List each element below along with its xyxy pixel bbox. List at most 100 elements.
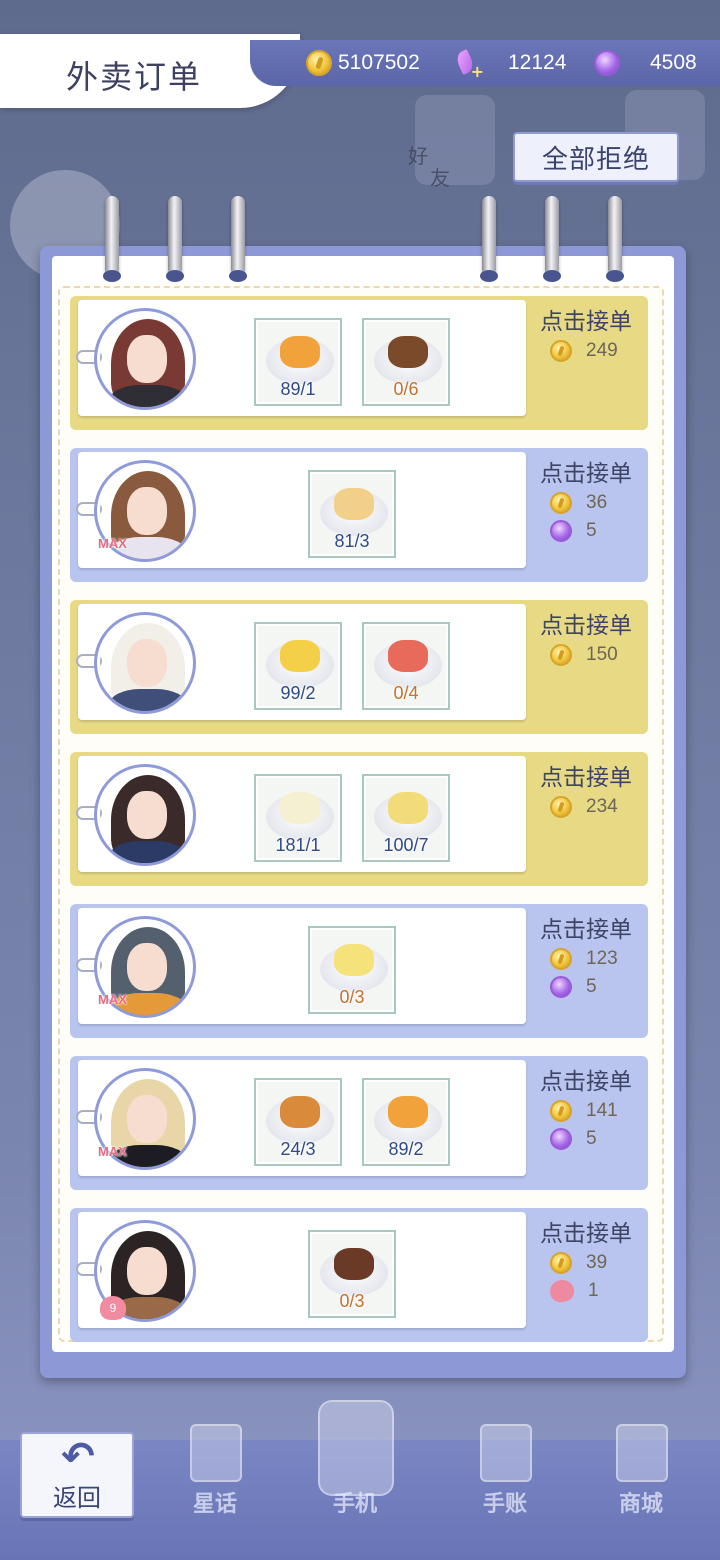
dish-slot[interactable]: 181/1 [254,774,342,862]
cheesecake-slice-icon [334,488,374,520]
dish-quantity: 0/6 [393,379,419,399]
stamina-counter[interactable]: 12124 [454,48,567,81]
gold-value: 5107502 [338,51,420,74]
reward-value: 39 [586,1252,608,1273]
back-arrow-icon: ↶ [61,1434,95,1480]
gem-counter[interactable]: 4508 [594,48,697,78]
dish-quantity: 89/2 [388,1139,424,1159]
accept-order-button[interactable]: 点击接单 [540,606,632,640]
dish-quantity: 81/3 [334,531,370,551]
reward-value: 5 [586,976,597,997]
accept-order-button[interactable]: 点击接单 [540,910,632,944]
dish-slot[interactable]: 24/3 [254,1078,342,1166]
egg-salad-icon [280,792,320,824]
back-button[interactable]: ↶ 返回 [20,1432,134,1518]
nav-shop[interactable]: 商城 [596,1420,686,1530]
reward-value: 123 [586,948,618,969]
reward-heart: 1 [548,1278,599,1304]
gold-coin-icon [550,948,572,970]
accept-order-button[interactable]: 点击接单 [540,758,632,792]
order-row[interactable]: MAX 24/3 89/2 点击接单 141 5 [70,1056,648,1190]
dish-slot[interactable]: 0/3 [308,1230,396,1318]
gold-coin-icon [550,644,572,666]
nav-label: 手账 [482,1492,527,1517]
dish-slot[interactable]: 0/3 [308,926,396,1014]
reject-all-button[interactable]: 全部拒绝 [513,132,679,182]
order-card: MAX 24/3 89/2 [76,1060,526,1176]
gold-coin-icon [550,1100,572,1122]
dish-quantity: 24/3 [280,1139,316,1159]
butter-cake-icon [280,640,320,672]
reward-coin: 234 [550,796,618,818]
reward-gem: 5 [550,520,597,542]
nav-starchat[interactable]: 星话 [170,1420,260,1530]
gold-coin-icon [550,340,572,362]
gold-coin-icon [550,492,572,514]
dish-quantity: 89/1 [280,379,316,399]
dish-slot[interactable]: 100/7 [362,774,450,862]
dish-quantity: 100/7 [383,835,429,855]
binder-ring-icon [166,196,184,282]
back-label: 返回 [53,1484,101,1512]
binder-ring-icon [480,196,498,282]
feather-plus-icon[interactable] [454,49,484,81]
order-row[interactable]: 89/1 0/6 点击接单 249 [70,296,648,430]
mashed-potato-icon [388,792,428,824]
reward-value: 150 [586,644,618,665]
gold-coin-icon [306,50,332,76]
currency-bar: 5107502 12124 4508 [250,40,720,86]
orange-pudding-icon [280,336,320,368]
heart-icon [548,1278,576,1304]
customer-avatar[interactable] [94,308,196,410]
dish-slot[interactable]: 81/3 [308,470,396,558]
dish-quantity: 0/3 [339,987,365,1007]
reward-gem: 5 [550,1128,597,1150]
order-row[interactable]: MAX 0/3 点击接单 123 5 [70,904,648,1038]
calendar-check-icon [480,1424,532,1482]
binder-ring-icon [543,196,561,282]
reward-coin: 36 [550,492,607,514]
dish-slot[interactable]: 99/2 [254,622,342,710]
dish-slot[interactable]: 0/4 [362,622,450,710]
gem-icon [550,520,572,542]
order-card: 89/1 0/6 [76,300,526,416]
dish-slot[interactable]: 89/1 [254,318,342,406]
binder-ring-icon [606,196,624,282]
gem-icon [594,50,620,76]
order-row[interactable]: 9 0/3 点击接单 39 1 [70,1208,648,1342]
max-affection-badge: MAX [98,1144,127,1159]
order-row[interactable]: 99/2 0/4 点击接单 150 [70,600,648,734]
reward-value: 5 [586,1128,597,1149]
accept-order-button[interactable]: 点击接单 [540,1214,632,1248]
phone-icon [318,1400,394,1496]
page-title: 外卖订单 [66,58,203,96]
customer-avatar[interactable] [94,764,196,866]
customer-avatar[interactable] [94,612,196,714]
dish-slot[interactable]: 89/2 [362,1078,450,1166]
nav-label: 手机 [332,1492,377,1517]
lemon-juice-icon [334,944,374,976]
order-row[interactable]: MAX 81/3 点击接单 36 5 [70,448,648,582]
latte-art-coffee-icon [334,1248,374,1280]
reward-value: 5 [586,520,597,541]
accept-order-button[interactable]: 点击接单 [540,302,632,336]
nav-journal[interactable]: 手账 [460,1420,550,1530]
order-card: 9 0/3 [76,1212,526,1328]
nav-phone[interactable]: 手机 [310,1400,400,1530]
reward-gem: 5 [550,976,597,998]
dish-slot[interactable]: 0/6 [362,318,450,406]
background-friend-label-2: 友 [430,166,450,190]
hamburger-icon [280,1096,320,1128]
max-affection-badge: MAX [98,536,127,551]
dish-quantity: 99/2 [280,683,316,703]
order-card: 181/1 100/7 [76,756,526,872]
gold-counter[interactable]: 5107502 [306,48,420,78]
reward-coin: 141 [550,1100,618,1122]
reward-coin: 249 [550,340,618,362]
order-row[interactable]: 181/1 100/7 点击接单 234 [70,752,648,886]
accept-order-button[interactable]: 点击接单 [540,454,632,488]
strawberry-roll-icon [388,640,428,672]
accept-order-button[interactable]: 点击接单 [540,1062,632,1096]
gold-coin-icon [550,796,572,818]
orange-pudding-icon [388,1096,428,1128]
